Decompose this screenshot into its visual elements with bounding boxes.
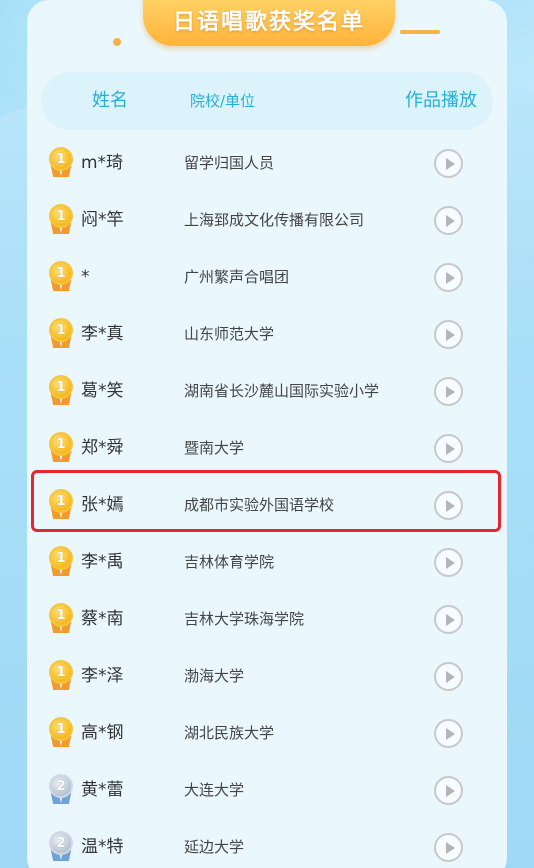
gold-medal-icon: 1 <box>47 432 75 462</box>
gold-medal-icon: 1 <box>47 546 75 576</box>
medal-rank: 1 <box>49 375 73 399</box>
winner-unit: 广州繁声合唱团 <box>184 268 290 286</box>
silver-medal-icon: 2 <box>47 831 75 861</box>
list-item: 1 李*真 山东师范大学 <box>0 306 534 363</box>
medal-rank: 2 <box>49 774 73 798</box>
medal-rank: 1 <box>49 546 73 570</box>
winner-unit: 留学归国人员 <box>184 154 275 172</box>
play-button[interactable] <box>434 833 463 862</box>
winner-name: 葛*笑 <box>81 381 124 401</box>
medal-rank: 1 <box>49 261 73 285</box>
list-item: 1 高*钢 湖北民族大学 <box>0 705 534 762</box>
gold-medal-icon: 1 <box>47 147 75 177</box>
list-item: 2 黄*蕾 大连大学 <box>0 762 534 819</box>
play-button[interactable] <box>434 662 463 691</box>
decoration-dot <box>113 38 121 46</box>
winner-name: m*琦 <box>81 153 124 173</box>
winner-name: 蔡*南 <box>81 609 124 629</box>
play-button[interactable] <box>434 548 463 577</box>
winner-unit: 上海郅成文化传播有限公司 <box>184 211 365 229</box>
table-header: 姓名 院校/单位 作品播放 <box>41 72 493 130</box>
winner-name: * <box>81 267 90 287</box>
list-item: 1 * 广州繁声合唱团 <box>0 249 534 306</box>
winner-unit: 吉林大学珠海学院 <box>184 610 305 628</box>
gold-medal-icon: 1 <box>47 261 75 291</box>
play-button[interactable] <box>434 263 463 292</box>
winner-name: 高*钢 <box>81 723 124 743</box>
gold-medal-icon: 1 <box>47 660 75 690</box>
winner-name: 郑*舜 <box>81 438 124 458</box>
header-play: 作品播放 <box>405 90 477 111</box>
play-button[interactable] <box>434 377 463 406</box>
list-item: 1 m*琦 留学归国人员 <box>0 135 534 192</box>
gold-medal-icon: 1 <box>47 204 75 234</box>
winner-unit: 湖北民族大学 <box>184 724 275 742</box>
silver-medal-icon: 2 <box>47 774 75 804</box>
winner-unit: 山东师范大学 <box>184 325 275 343</box>
winner-name: 李*真 <box>81 324 124 344</box>
list-item: 1 李*禹 吉林体育学院 <box>0 534 534 591</box>
play-button[interactable] <box>434 206 463 235</box>
winner-unit: 湖南省长沙麓山国际实验小学 <box>184 382 380 400</box>
winner-unit: 大连大学 <box>184 781 245 799</box>
medal-rank: 1 <box>49 432 73 456</box>
play-button[interactable] <box>434 149 463 178</box>
medal-rank: 1 <box>49 204 73 228</box>
play-button[interactable] <box>434 719 463 748</box>
winner-unit: 暨南大学 <box>184 439 245 457</box>
winner-name: 温*特 <box>81 837 124 857</box>
list-item: 1 葛*笑 湖南省长沙麓山国际实验小学 <box>0 363 534 420</box>
winner-name: 李*泽 <box>81 666 124 686</box>
gold-medal-icon: 1 <box>47 603 75 633</box>
highlight-box <box>31 470 501 532</box>
page-title: 日语唱歌获奖名单 <box>143 0 395 46</box>
winner-unit: 渤海大学 <box>184 667 245 685</box>
winner-unit: 延边大学 <box>184 838 245 856</box>
list-item: 1 郑*舜 暨南大学 <box>0 420 534 477</box>
list-item: 1 蔡*南 吉林大学珠海学院 <box>0 591 534 648</box>
winner-name: 闷*竿 <box>81 210 124 230</box>
gold-medal-icon: 1 <box>47 375 75 405</box>
play-button[interactable] <box>434 320 463 349</box>
winner-name: 黄*蕾 <box>81 780 124 800</box>
medal-rank: 1 <box>49 318 73 342</box>
medal-rank: 1 <box>49 603 73 627</box>
gold-medal-icon: 1 <box>47 717 75 747</box>
medal-rank: 1 <box>49 147 73 171</box>
list-item: 2 温*特 延边大学 <box>0 819 534 868</box>
winner-name: 李*禹 <box>81 552 124 572</box>
medal-rank: 2 <box>49 831 73 855</box>
header-unit: 院校/单位 <box>190 92 256 110</box>
gold-medal-icon: 1 <box>47 318 75 348</box>
play-button[interactable] <box>434 434 463 463</box>
header-name: 姓名 <box>92 90 128 111</box>
decoration-line <box>400 30 440 34</box>
medal-rank: 1 <box>49 660 73 684</box>
medal-rank: 1 <box>49 717 73 741</box>
list-item: 1 李*泽 渤海大学 <box>0 648 534 705</box>
play-button[interactable] <box>434 605 463 634</box>
list-item: 1 闷*竿 上海郅成文化传播有限公司 <box>0 192 534 249</box>
winner-unit: 吉林体育学院 <box>184 553 275 571</box>
play-button[interactable] <box>434 776 463 805</box>
